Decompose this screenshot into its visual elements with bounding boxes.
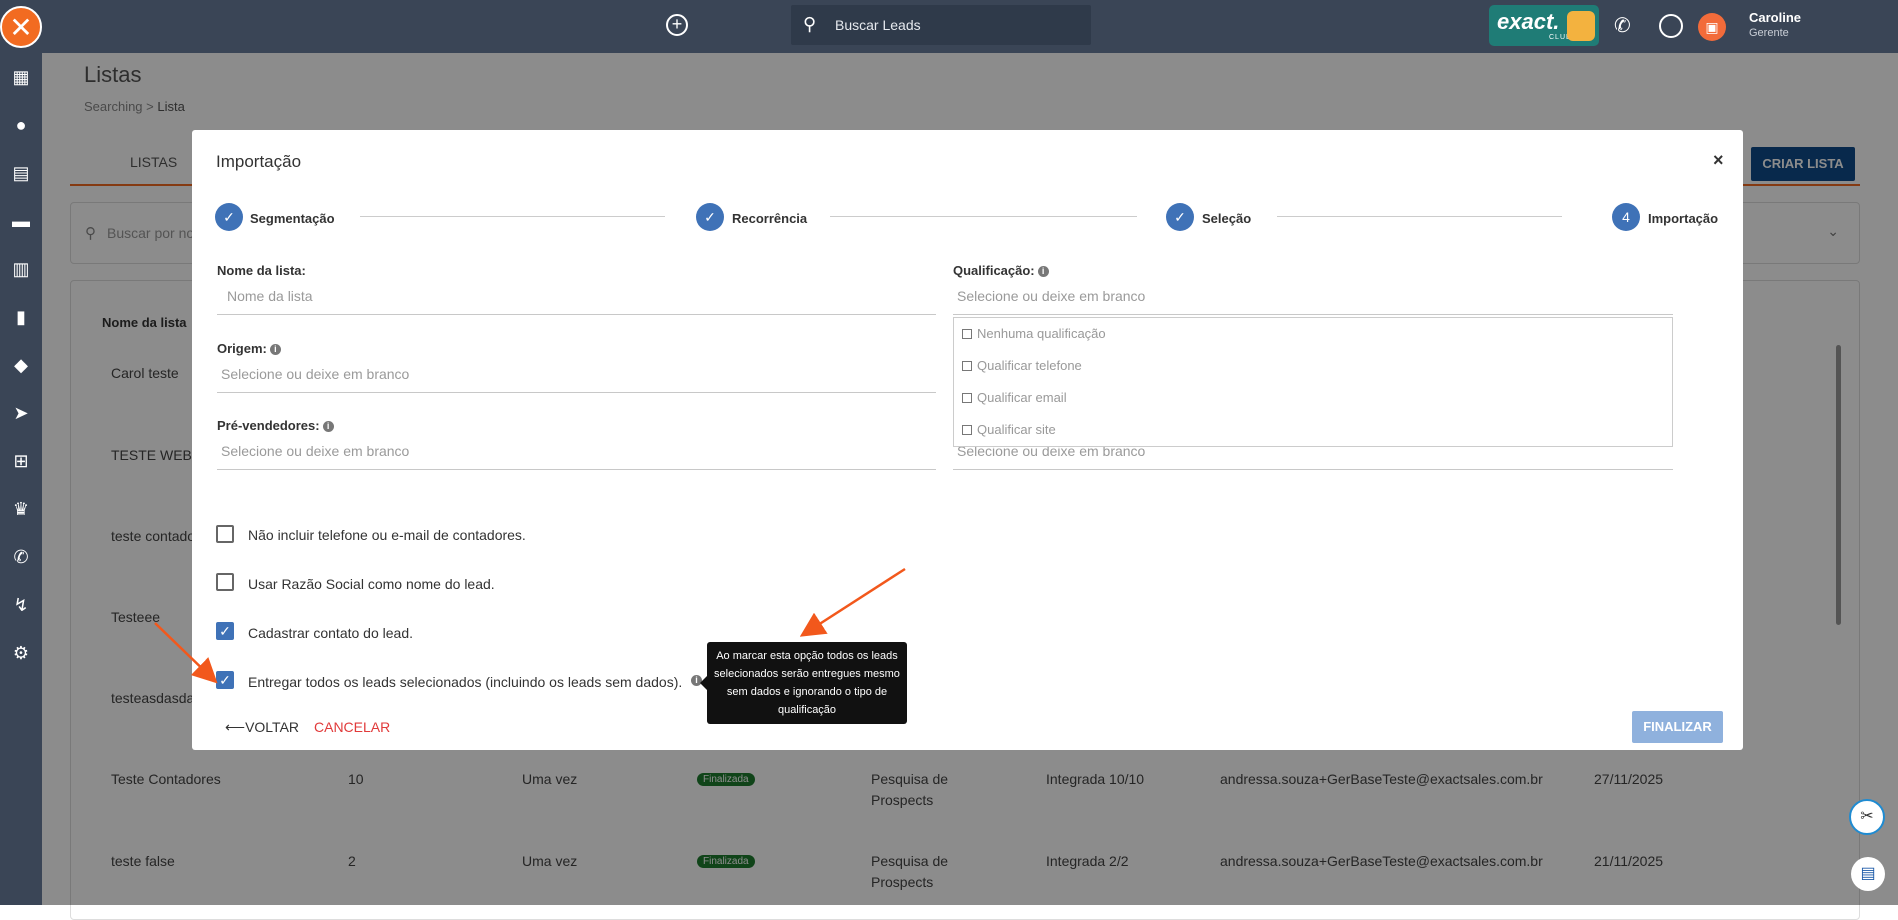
plus-circle-icon[interactable]: + [666,14,688,36]
contact-card-icon[interactable]: ▤ [10,163,32,183]
step-segmentacao-check-icon[interactable]: ✓ [215,203,243,231]
modal-title: Importação [216,152,302,171]
step-selecao-check-icon[interactable]: ✓ [1166,203,1194,231]
step-importacao-number[interactable]: 4 [1612,203,1640,231]
use-razao-social-label[interactable]: Usar Razão Social como nome do lead. [248,576,495,592]
back-label: VOLTAR [245,719,300,735]
presellers-select[interactable]: Selecione ou deixe em branco [217,440,936,470]
qualification-select[interactable]: Selecione ou deixe em branco [953,285,1673,315]
flow-icon[interactable]: ⊞ [10,451,32,471]
no-accountants-checkbox[interactable] [216,525,234,543]
brand-word: exact. [1497,9,1560,34]
tag-icon[interactable]: ◆ [10,355,32,375]
gear-icon[interactable]: ⚙ [10,643,32,663]
info-icon[interactable]: i [322,421,334,433]
info-icon[interactable]: i [269,344,281,356]
qualification-option[interactable]: Qualificar telefone [962,358,1082,373]
close-icon[interactable]: × [1713,150,1724,171]
qualification-option[interactable]: Qualificar email [962,390,1067,405]
import-modal: Importação × ✓ Segmentação ✓ Recorrência… [192,130,1743,750]
top-bar: ✕ + ⚲ Buscar Leads exact. CLUB ✆ ▣ Carol… [0,0,1898,53]
dashboard-icon[interactable]: ▦ [10,67,32,87]
qualification-option[interactable]: Qualificar site [962,422,1056,437]
qualification-option[interactable]: Nenhuma qualificação [962,326,1106,341]
presellers-label-text: Pré-vendedores: [217,418,320,433]
register-contact-label[interactable]: Cadastrar contato do lead. [248,625,413,641]
person-icon[interactable]: ● [10,115,32,135]
origin-label: Origem: i [217,341,281,356]
cancel-button[interactable]: CANCELAR [314,719,390,735]
club-play-icon [1567,11,1595,41]
arrow-left-icon: ⟵ [225,719,246,735]
trophy-icon[interactable]: ♛ [10,499,32,519]
step-selecao-label[interactable]: Seleção [1202,211,1251,226]
origin-label-text: Origem: [217,341,267,356]
list-name-placeholder: Nome da lista [227,288,313,304]
chat-icon[interactable]: ▤ [1851,857,1885,891]
step-connector [830,216,1137,217]
origin-select[interactable]: Selecione ou deixe em branco [217,363,936,393]
list-name-label: Nome da lista: [217,263,306,278]
step-importacao-label[interactable]: Importação [1648,211,1718,226]
origin-placeholder: Selecione ou deixe em branco [221,366,410,382]
qualification-dropdown: Nenhuma qualificação Qualificar telefone… [953,317,1673,447]
search-leads-input[interactable]: ⚲ Buscar Leads [791,5,1091,45]
building-icon[interactable]: ▥ [10,259,32,279]
user-name[interactable]: Caroline [1749,10,1801,25]
deliver-all-label[interactable]: Entregar todos os leads selecionados (in… [248,674,682,690]
qualification-label-text: Qualificação: [953,263,1035,278]
back-button[interactable]: ⟵VOLTAR [225,719,299,736]
qualification-placeholder: Selecione ou deixe em branco [957,288,1146,304]
avatar-icon[interactable]: ▣ [1698,13,1726,41]
briefcase-icon[interactable]: ▬ [10,211,32,231]
deliver-all-checkbox[interactable]: ✓ [216,671,234,689]
chart-icon[interactable]: ▮ [10,307,32,327]
register-contact-checkbox[interactable]: ✓ [216,622,234,640]
presellers-label: Pré-vendedores: i [217,418,334,433]
search-icon: ⚲ [803,14,817,34]
no-accountants-label[interactable]: Não incluir telefone ou e-mail de contad… [248,527,526,543]
exact-club-button[interactable]: exact. CLUB [1489,5,1599,46]
whatsapp-icon[interactable] [1659,14,1683,38]
step-recorrencia-label[interactable]: Recorrência [732,211,807,226]
use-razao-social-checkbox[interactable] [216,573,234,591]
info-icon[interactable]: i [1037,266,1049,278]
phone-icon[interactable]: ✆ [1614,13,1631,38]
step-segmentacao-label[interactable]: Segmentação [250,211,335,226]
finish-button[interactable]: FINALIZAR [1632,711,1723,743]
logo-icon[interactable]: ✕ [0,6,42,48]
presellers-placeholder: Selecione ou deixe em branco [221,443,410,459]
search-leads-placeholder: Buscar Leads [835,17,921,33]
route-icon[interactable]: ↯ [10,595,32,615]
step-connector [1277,216,1562,217]
deliver-all-tooltip: Ao marcar esta opção todos os leads sele… [700,642,907,724]
list-name-input[interactable]: Nome da lista [217,285,936,315]
help-widget-button[interactable]: ✂ [1849,799,1885,835]
qualification-label: Qualificação: i [953,263,1049,278]
user-role: Gerente [1749,27,1789,39]
step-connector [360,216,665,217]
step-recorrencia-check-icon[interactable]: ✓ [696,203,724,231]
sidebar: ▦ ● ▤ ▬ ▥ ▮ ◆ ➤ ⊞ ♛ ✆ ↯ ⚙ [0,53,42,905]
phone-icon[interactable]: ✆ [10,547,32,567]
send-icon[interactable]: ➤ [10,403,32,423]
